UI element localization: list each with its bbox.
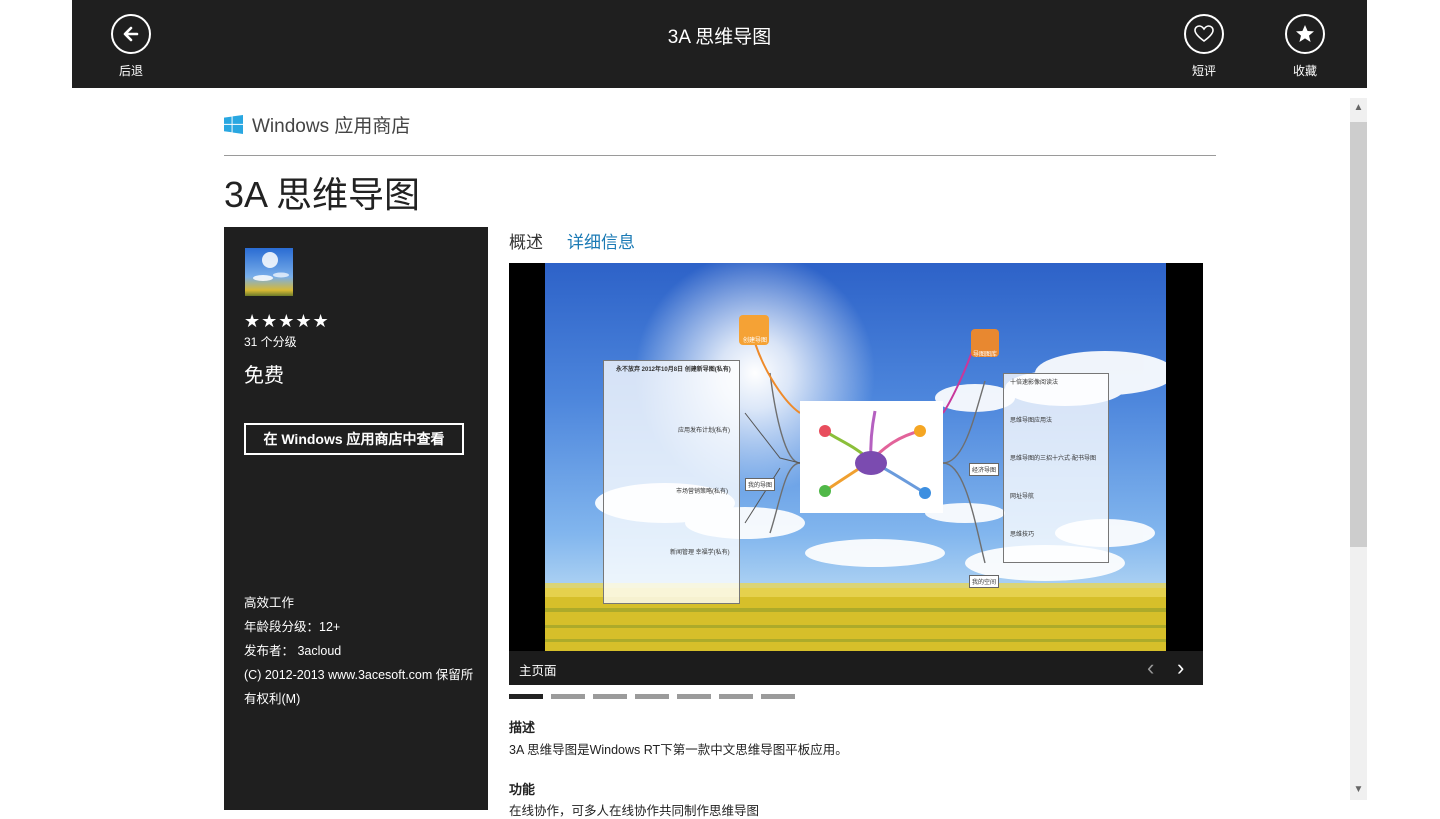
app-meta: 高效工作 年龄段分级：12+ 发布者： 3acloud (C) 2012-201… [244, 591, 474, 711]
view-in-store-button[interactable]: 在 Windows 应用商店中查看 [244, 423, 464, 455]
price: 免费 [244, 365, 284, 387]
mindmap-left-item: 应用发布计划(私有) [678, 428, 730, 434]
category: 高效工作 [244, 596, 295, 610]
pager-dot[interactable] [761, 694, 795, 699]
mindmap-right-panel: 十倍速影像阅读法 思维导图应用法 思维导图的三招十六式·配书导图 网址导航 思维… [1003, 373, 1109, 563]
mindmap-right-item: 思维技巧 [1010, 532, 1035, 538]
mindmap-node-label: 导图图库 [973, 352, 998, 358]
features-heading: 功能 [509, 782, 536, 797]
screenshot-caption: 主页面 [519, 664, 557, 678]
publisher: 发布者： 3acloud [244, 644, 342, 658]
pager-dot[interactable] [635, 694, 669, 699]
pager-dot[interactable] [551, 694, 585, 699]
review-label: 短评 [1191, 64, 1216, 78]
app-info-panel: ★★★★★ 31 个分级 免费 在 Windows 应用商店中查看 高效工作 年… [224, 227, 488, 810]
description-text: 3A 思维导图是Windows RT下第一款中文思维导图平板应用。 [509, 743, 848, 757]
header-divider [224, 155, 1216, 156]
mindmap-right-item: 网址导航 [1010, 494, 1035, 500]
mindmap-left-panel: 永不放弃 2012年10月8日 创建新导图(私有) 应用发布计划(私有) 市场营… [603, 360, 740, 604]
next-screenshot-icon[interactable]: › [1177, 655, 1184, 681]
mindmap-left-item: 市场营销策略(私有) [676, 489, 728, 495]
store-brand: Windows 应用商店 [224, 111, 410, 138]
favorite-label: 收藏 [1292, 64, 1317, 78]
tab-details[interactable]: 详细信息 [567, 228, 635, 253]
scroll-up-icon[interactable]: ▲ [1350, 98, 1367, 118]
mindmap-node-label: 经济导图 [969, 463, 1000, 476]
previous-screenshot-icon[interactable]: ‹ [1147, 655, 1154, 681]
scroll-down-icon[interactable]: ▼ [1350, 780, 1367, 800]
mindmap-node-label: 我的导图 [745, 478, 776, 491]
tab-overview[interactable]: 概述 [509, 228, 543, 253]
pager-dot[interactable] [509, 694, 543, 699]
mindmap-left-item: 永不放弃 2012年10月8日 创建新导图(私有) [616, 367, 731, 373]
rating-count: 31 个分级 [244, 335, 297, 349]
age-rating: 年龄段分级：12+ [244, 620, 341, 634]
store-brand-label: Windows 应用商店 [252, 116, 411, 137]
app-bar-title: 3A 思维导图 [667, 27, 772, 48]
page-title: 3A 思维导图 [224, 174, 421, 215]
favorite-button[interactable]: 收藏 [1275, 14, 1335, 79]
mindmap-right-item: 思维导图应用法 [1010, 418, 1053, 424]
pager-dot[interactable] [593, 694, 627, 699]
copyright: (C) 2012-2013 www.3acesoft.com 保留所有权利(M) [244, 668, 474, 706]
back-label: 后退 [118, 64, 143, 78]
pager-dot[interactable] [677, 694, 711, 699]
scrollbar-thumb[interactable] [1350, 122, 1367, 547]
vertical-scrollbar[interactable]: ▲ ▼ [1350, 98, 1367, 800]
star-icon [1285, 14, 1325, 54]
windows-logo-icon [224, 115, 243, 134]
screenshot-image: 永不放弃 2012年10月8日 创建新导图(私有) 应用发布计划(私有) 市场营… [545, 263, 1166, 651]
review-button[interactable]: 短评 [1174, 14, 1234, 79]
heart-icon [1184, 14, 1224, 54]
description-heading: 描述 [509, 720, 536, 735]
screenshot-caption-bar: 主页面 ‹ › [509, 651, 1203, 685]
rating-stars: ★★★★★ [244, 311, 330, 331]
mindmap-left-item: 新闻管理 幸福学(私有) [670, 550, 730, 556]
pager-dot[interactable] [719, 694, 753, 699]
screenshot-viewer: 永不放弃 2012年10月8日 创建新导图(私有) 应用发布计划(私有) 市场营… [509, 263, 1203, 685]
mindmap-right-item: 思维导图的三招十六式·配书导图 [1010, 456, 1096, 462]
screenshot-pager [509, 694, 803, 699]
detail-tabs: 概述 详细信息 [509, 228, 659, 253]
app-bar: 后退 3A 思维导图 短评 收藏 [72, 0, 1367, 88]
app-tile-icon [245, 248, 293, 296]
mindmap-node-label: 创建导图 [743, 338, 768, 344]
mindmap-node-label: 我的空间 [969, 575, 1000, 588]
mindmap-center-image [800, 401, 943, 513]
mindmap-right-item: 十倍速影像阅读法 [1010, 380, 1059, 386]
